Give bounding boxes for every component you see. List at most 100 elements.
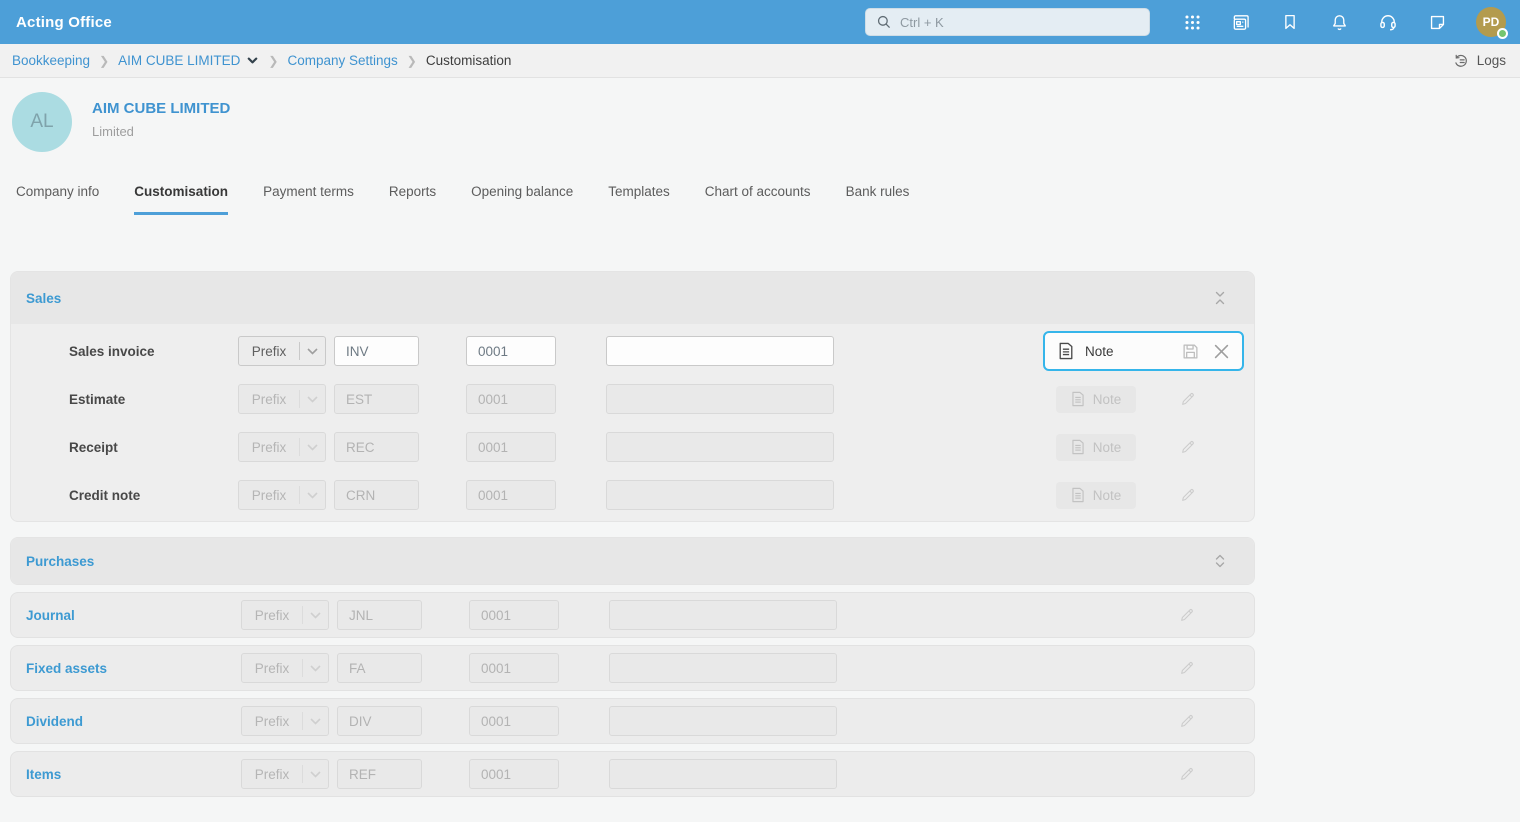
note-label: Note bbox=[1092, 487, 1122, 503]
edit-pencil-icon[interactable] bbox=[1179, 713, 1195, 729]
purchases-section-header[interactable]: Purchases bbox=[11, 538, 1254, 584]
row-journal: Journal Prefix bbox=[10, 592, 1255, 638]
app-title: Acting Office bbox=[16, 13, 112, 31]
prefix-select-value: Prefix bbox=[251, 343, 287, 359]
prefix-select-value: Prefix bbox=[254, 766, 290, 782]
tab-bank-rules[interactable]: Bank rules bbox=[846, 184, 910, 215]
row-label: Estimate bbox=[69, 391, 126, 407]
custom-text-input-disabled bbox=[606, 480, 834, 510]
row-credit-note: Credit note Prefix Note bbox=[11, 471, 1254, 519]
row-sales-invoice: Sales invoice Prefix Note bbox=[11, 327, 1254, 375]
chevron-down-icon bbox=[300, 395, 325, 403]
note-editor-active[interactable]: Note bbox=[1043, 331, 1244, 371]
number-input-disabled bbox=[469, 653, 559, 683]
chevron-right-icon: ❯ bbox=[406, 53, 417, 68]
prefix-code-input-disabled bbox=[337, 759, 422, 789]
apps-grid-icon[interactable] bbox=[1182, 12, 1202, 32]
breadcrumb-company[interactable]: AIM CUBE LIMITED bbox=[118, 53, 240, 68]
prefix-select-disabled: Prefix bbox=[241, 600, 329, 630]
number-input[interactable] bbox=[466, 336, 556, 366]
breadcrumb-bookkeeping[interactable]: Bookkeeping bbox=[12, 53, 90, 68]
edit-pencil-icon[interactable] bbox=[1180, 391, 1196, 407]
chevron-down-icon bbox=[303, 717, 328, 725]
notifications-bell-icon[interactable] bbox=[1329, 12, 1349, 32]
search-input[interactable] bbox=[900, 14, 1139, 30]
purchases-section-title: Purchases bbox=[26, 553, 95, 569]
note-label: Note bbox=[1092, 439, 1122, 455]
tab-company-info[interactable]: Company info bbox=[16, 184, 99, 215]
notes-page-icon[interactable] bbox=[1427, 12, 1447, 32]
edit-pencil-icon[interactable] bbox=[1179, 660, 1195, 676]
logs-label: Logs bbox=[1476, 53, 1506, 68]
chevron-down-icon bbox=[300, 347, 325, 355]
custom-text-input-disabled bbox=[609, 706, 837, 736]
row-receipt: Receipt Prefix Note bbox=[11, 423, 1254, 471]
chevron-down-icon bbox=[303, 664, 328, 672]
topbar-icons bbox=[1182, 12, 1447, 32]
sales-section: Sales Sales invoice Prefix Note bbox=[10, 271, 1255, 522]
custom-text-input-disabled bbox=[609, 759, 837, 789]
edit-pencil-icon[interactable] bbox=[1180, 439, 1196, 455]
custom-text-input[interactable] bbox=[606, 336, 834, 366]
custom-text-input-disabled bbox=[609, 600, 837, 630]
company-avatar: AL bbox=[12, 92, 72, 152]
row-label: Journal bbox=[26, 607, 75, 623]
row-label: Dividend bbox=[26, 713, 84, 729]
breadcrumb-company-settings[interactable]: Company Settings bbox=[287, 53, 397, 68]
tab-opening-balance[interactable]: Opening balance bbox=[471, 184, 573, 215]
note-button-disabled: Note bbox=[1056, 481, 1136, 509]
purchases-section: Purchases bbox=[10, 537, 1255, 585]
prefix-code-input[interactable] bbox=[334, 336, 419, 366]
company-subtitle: Limited bbox=[92, 124, 134, 139]
note-button-disabled: Note bbox=[1056, 385, 1136, 413]
save-icon[interactable] bbox=[1182, 343, 1199, 360]
bookmark-icon[interactable] bbox=[1280, 12, 1300, 32]
logs-button[interactable]: Logs bbox=[1452, 52, 1506, 70]
user-avatar[interactable]: PD bbox=[1476, 7, 1508, 39]
prefix-select-disabled: Prefix bbox=[241, 759, 329, 789]
tab-payment-terms[interactable]: Payment terms bbox=[263, 184, 354, 215]
logs-history-icon bbox=[1455, 54, 1467, 67]
prefix-code-input-disabled bbox=[334, 480, 419, 510]
global-search[interactable] bbox=[865, 8, 1150, 36]
prefix-select[interactable]: Prefix bbox=[238, 336, 326, 366]
prefix-select-disabled: Prefix bbox=[241, 706, 329, 736]
prefix-code-input-disabled bbox=[337, 653, 422, 683]
chevron-right-icon: ❯ bbox=[99, 53, 110, 68]
breadcrumb-current: Customisation bbox=[425, 53, 512, 68]
number-input-disabled bbox=[469, 706, 559, 736]
close-icon[interactable] bbox=[1214, 344, 1229, 359]
prefix-code-input-disabled bbox=[334, 384, 419, 414]
news-feed-icon[interactable] bbox=[1231, 12, 1251, 32]
sales-section-header[interactable]: Sales bbox=[11, 272, 1254, 324]
tab-chart-of-accounts[interactable]: Chart of accounts bbox=[705, 184, 811, 215]
prefix-select-disabled: Prefix bbox=[238, 384, 326, 414]
chevron-down-icon bbox=[300, 443, 325, 451]
edit-pencil-icon[interactable] bbox=[1179, 766, 1195, 782]
collapse-icon[interactable] bbox=[1212, 290, 1228, 306]
tab-templates[interactable]: Templates bbox=[608, 184, 670, 215]
number-input-disabled bbox=[466, 480, 556, 510]
online-status-dot bbox=[1497, 28, 1508, 39]
row-label: Fixed assets bbox=[26, 660, 108, 676]
prefix-code-input-disabled bbox=[337, 706, 422, 736]
row-dividend: Dividend Prefix bbox=[10, 698, 1255, 744]
prefix-select-value: Prefix bbox=[251, 439, 287, 455]
sales-section-title: Sales bbox=[26, 290, 62, 306]
tab-customisation[interactable]: Customisation bbox=[134, 184, 229, 215]
chevron-down-icon bbox=[300, 491, 325, 499]
settings-tabs: Company info Customisation Payment terms… bbox=[0, 184, 1520, 215]
company-dropdown-caret-icon[interactable] bbox=[246, 54, 259, 67]
edit-pencil-icon[interactable] bbox=[1180, 487, 1196, 503]
edit-pencil-icon[interactable] bbox=[1179, 607, 1195, 623]
support-headset-icon[interactable] bbox=[1378, 12, 1398, 32]
expand-icon[interactable] bbox=[1212, 553, 1228, 569]
tab-reports[interactable]: Reports bbox=[389, 184, 436, 215]
row-label: Items bbox=[26, 766, 62, 782]
row-estimate: Estimate Prefix Note bbox=[11, 375, 1254, 423]
row-items: Items Prefix bbox=[10, 751, 1255, 797]
prefix-select-value: Prefix bbox=[254, 607, 290, 623]
document-icon bbox=[1072, 439, 1084, 455]
prefix-select-value: Prefix bbox=[251, 487, 287, 503]
document-icon bbox=[1072, 391, 1084, 407]
